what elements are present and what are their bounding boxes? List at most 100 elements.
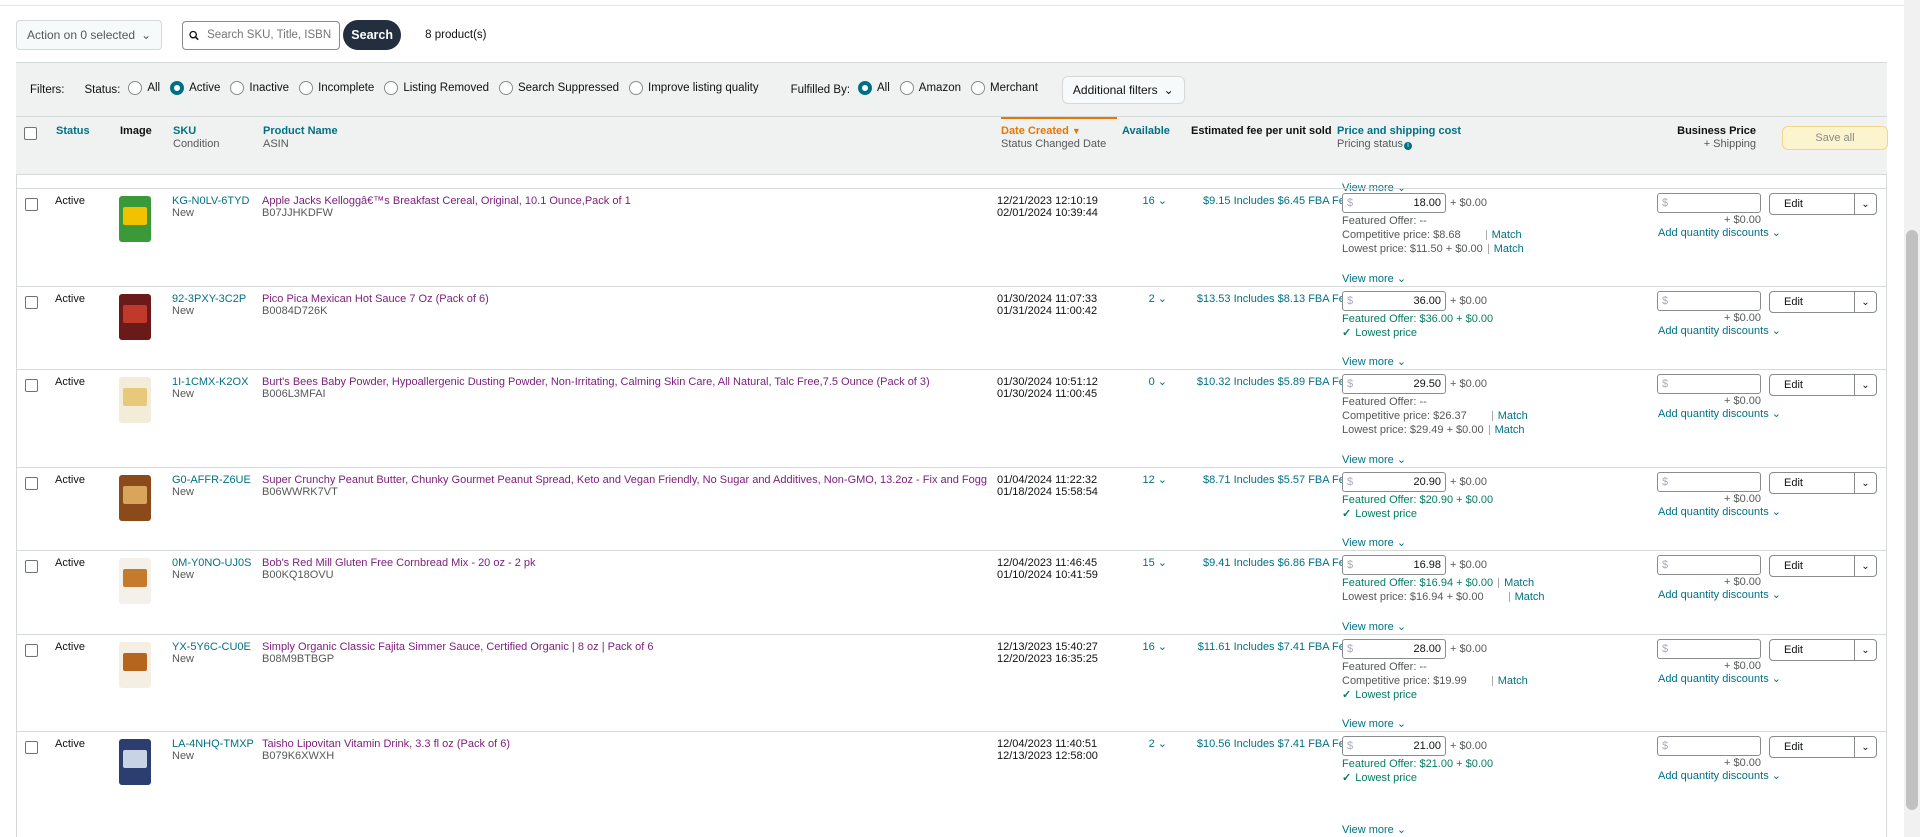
add-quantity-discounts-link[interactable]: Add quantity discounts ⌄ [1631,227,1781,239]
chevron-down-icon[interactable]: ⌄ [1854,640,1876,660]
edit-split-button[interactable]: Edit ⌄ [1769,555,1877,577]
edit-split-button[interactable]: Edit ⌄ [1769,736,1877,758]
business-price-input[interactable]: $ [1657,193,1761,213]
fee-estimate[interactable]: $9.41 Includes $6.86 FBA Fee [1203,557,1351,569]
product-name-link[interactable]: Simply Organic Classic Fajita Simmer Sau… [262,641,653,653]
row-checkbox[interactable] [25,198,38,211]
status-radio-active[interactable]: Active [170,81,220,95]
product-name-link[interactable]: Pico Pica Mexican Hot Sauce 7 Oz (Pack o… [262,293,489,305]
product-image[interactable] [109,472,161,524]
product-image[interactable] [109,555,161,607]
product-image[interactable] [109,736,161,788]
search-box[interactable] [182,20,341,50]
sku-link[interactable]: LA-4NHQ-TMXP [172,738,254,750]
radio-button-icon[interactable] [970,81,985,95]
product-image[interactable] [109,291,161,343]
edit-button[interactable]: Edit [1770,375,1854,395]
scrollbar-thumb[interactable] [1906,230,1918,810]
product-name-link[interactable]: Burt's Bees Baby Powder, Hypoallergenic … [262,376,930,388]
fee-estimate[interactable]: $8.71 Includes $5.57 FBA Fee [1203,474,1351,486]
edit-button[interactable]: Edit [1770,473,1854,493]
product-image[interactable] [109,374,161,426]
match-link[interactable]: Match [1504,577,1534,589]
chevron-down-icon[interactable]: ⌄ [1854,375,1876,395]
status-radio-improve-listing-quality[interactable]: Improve listing quality [629,81,759,95]
price-input[interactable]: $28.00 [1342,639,1446,659]
edit-split-button[interactable]: Edit ⌄ [1769,193,1877,215]
header-available[interactable]: Available [1122,125,1170,137]
radio-button-icon[interactable] [498,81,513,95]
fee-estimate[interactable]: $11.61 Includes $7.41 FBA Fee [1198,641,1351,653]
row-checkbox[interactable] [25,560,38,573]
header-sku[interactable]: SKU [173,125,196,137]
match-link[interactable]: Match [1494,243,1524,255]
edit-split-button[interactable]: Edit ⌄ [1769,639,1877,661]
info-icon[interactable]: i [1404,142,1413,150]
business-price-input[interactable]: $ [1657,472,1761,492]
header-price[interactable]: Price and shipping cost [1337,125,1461,137]
available-qty[interactable]: 12 ⌄ [1117,474,1167,486]
view-more-link[interactable]: View more ⌄ [1342,621,1406,633]
header-status[interactable]: Status [56,125,90,137]
save-all-button[interactable]: Save all [1782,126,1888,150]
price-input[interactable]: $21.00 [1342,736,1446,756]
page-scrollbar[interactable] [1904,0,1920,837]
edit-button[interactable]: Edit [1770,737,1854,757]
match-link[interactable]: Match [1492,229,1522,241]
product-name-link[interactable]: Taisho Lipovitan Vitamin Drink, 3.3 fl o… [262,738,510,750]
header-product-name[interactable]: Product Name [263,125,338,137]
sku-link[interactable]: 1I-1CMX-K2OX [172,376,248,388]
row-checkbox[interactable] [25,379,38,392]
match-link[interactable]: Match [1515,591,1545,603]
product-name-link[interactable]: Super Crunchy Peanut Butter, Chunky Gour… [262,474,987,486]
business-price-input[interactable]: $ [1657,555,1761,575]
sku-link[interactable]: KG-N0LV-6TYD [172,195,249,207]
available-qty[interactable]: 2 ⌄ [1117,738,1167,750]
edit-split-button[interactable]: Edit ⌄ [1769,472,1877,494]
header-date-created[interactable]: Date Created [1001,125,1069,137]
edit-button[interactable]: Edit [1770,292,1854,312]
row-checkbox[interactable] [25,296,38,309]
add-quantity-discounts-link[interactable]: Add quantity discounts ⌄ [1631,506,1781,518]
product-image[interactable] [109,639,161,691]
radio-button-icon[interactable] [384,81,399,95]
available-qty[interactable]: 15 ⌄ [1117,557,1167,569]
fee-estimate[interactable]: $13.53 Includes $8.13 FBA Fee [1197,293,1351,305]
price-input[interactable]: $16.98 [1342,555,1446,575]
product-name-link[interactable]: Bob's Red Mill Gluten Free Cornbread Mix… [262,557,536,569]
add-quantity-discounts-link[interactable]: Add quantity discounts ⌄ [1631,673,1781,685]
price-input[interactable]: $18.00 [1342,193,1446,213]
radio-button-icon[interactable] [128,81,143,95]
business-price-input[interactable]: $ [1657,736,1761,756]
radio-button-icon[interactable] [858,81,873,95]
edit-split-button[interactable]: Edit ⌄ [1769,374,1877,396]
row-checkbox[interactable] [25,741,38,754]
add-quantity-discounts-link[interactable]: Add quantity discounts ⌄ [1631,770,1781,782]
additional-filters-button[interactable]: Additional filters ⌄ [1061,75,1185,104]
available-qty[interactable]: 0 ⌄ [1117,376,1167,388]
business-price-input[interactable]: $ [1657,291,1761,311]
status-radio-inactive[interactable]: Inactive [230,81,289,95]
match-link[interactable]: Match [1498,410,1528,422]
view-more-link[interactable]: View more ⌄ [1342,718,1406,730]
radio-button-icon[interactable] [299,81,314,95]
edit-split-button[interactable]: Edit ⌄ [1769,291,1877,313]
view-more-link[interactable]: View more ⌄ [1342,824,1406,836]
available-qty[interactable]: 16 ⌄ [1117,641,1167,653]
price-input[interactable]: $36.00 [1342,291,1446,311]
status-radio-search-suppressed[interactable]: Search Suppressed [498,81,619,95]
add-quantity-discounts-link[interactable]: Add quantity discounts ⌄ [1631,325,1781,337]
add-quantity-discounts-link[interactable]: Add quantity discounts ⌄ [1631,408,1781,420]
price-input[interactable]: $29.50 [1342,374,1446,394]
product-name-link[interactable]: Apple Jacks Kelloggâ€™s Breakfast Cereal… [262,195,631,207]
chevron-down-icon[interactable]: ⌄ [1854,737,1876,757]
radio-button-icon[interactable] [170,81,185,95]
match-link[interactable]: Match [1498,675,1528,687]
search-button[interactable]: Search [343,20,402,50]
chevron-down-icon[interactable]: ⌄ [1854,292,1876,312]
chevron-down-icon[interactable]: ⌄ [1854,194,1876,214]
chevron-down-icon[interactable]: ⌄ [1854,556,1876,576]
match-link[interactable]: Match [1495,424,1525,436]
fulfilled-radio-amazon[interactable]: Amazon [899,81,961,95]
search-input[interactable] [205,28,334,42]
